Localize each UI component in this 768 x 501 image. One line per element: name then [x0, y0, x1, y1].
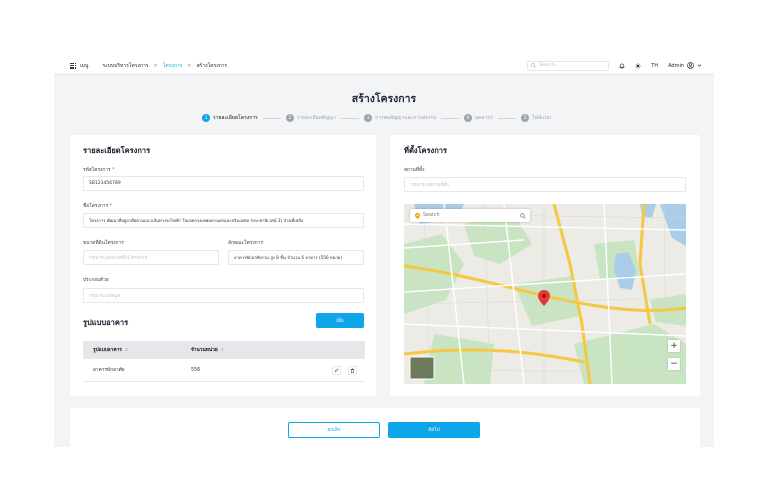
project-feature-field[interactable]: อาคารพักอาศัยรวม สูง 8 ชั้น จำนวน 6 อาคา… — [228, 250, 364, 265]
step-connector — [498, 117, 517, 119]
step-number: 2 — [285, 114, 294, 122]
step-label: ไฟล์แนบ — [532, 115, 552, 121]
project-name-field[interactable]: โครงการ พัฒนาที่อยู่อาศัยตามแนวเส้นทางรถ… — [83, 213, 364, 228]
cell-building-type: อาคารพักอาศัย — [93, 368, 125, 373]
project-consist-field[interactable]: กรุณาระบุข้อมูล — [83, 288, 364, 303]
user-name: Admin — [668, 62, 684, 69]
edit-button[interactable] — [332, 365, 341, 375]
search-icon — [520, 212, 526, 219]
page-title: สร้างโครงการ — [351, 93, 417, 105]
step-label: บุคลากร — [475, 115, 494, 121]
bell-icon[interactable] — [619, 63, 625, 69]
step-connector — [341, 117, 360, 119]
cancel-button[interactable]: ยกเลิก — [288, 422, 380, 438]
user-icon — [687, 62, 694, 69]
breadcrumb-separator: > — [153, 62, 158, 69]
building-table: รูปแบบอาคาร ⇕ จำนวนหน่วย ⇕ อาคารพักอาศัย 5… — [83, 341, 365, 382]
project-code-field[interactable]: SB123456789 — [83, 176, 364, 191]
search-input[interactable]: Search... — [527, 60, 610, 71]
user-menu[interactable]: Admin — [668, 62, 702, 69]
step-label: รายละเอียดสัญญา — [296, 115, 337, 121]
sun-icon[interactable] — [635, 62, 642, 69]
top-bar-actions: Search... TH Admin — [527, 60, 702, 71]
zoom-out-button[interactable]: − — [668, 358, 680, 370]
breadcrumb-separator: > — [187, 62, 192, 69]
required-mark: * — [109, 204, 112, 209]
column-header-type[interactable]: รูปแบบอาคาร ⇕ — [83, 346, 191, 354]
step-number: 4 — [464, 114, 473, 122]
step-5[interactable]: 5 ไฟล์แนบ — [521, 114, 551, 122]
table-row: อาคารพักอาศัย 556 — [83, 359, 365, 382]
step-number: 1 — [202, 114, 210, 122]
breadcrumb-item-system[interactable]: ระบบบริหารโครงการ — [102, 62, 148, 70]
cell-units: 556 — [191, 367, 201, 373]
project-name-label: ชื่อโครงการ * — [83, 202, 112, 210]
location-title: ที่ตั้งโครงการ — [404, 146, 447, 155]
location-label: สถานที่ตั้ง — [404, 168, 425, 173]
breadcrumb: ระบบบริหารโครงการ > โครงการ > สร้างโครงก… — [102, 62, 227, 70]
menu-button[interactable]: เมนู — [70, 62, 88, 70]
step-number: 3 — [364, 114, 373, 122]
breadcrumb-item-create: สร้างโครงการ — [196, 62, 228, 69]
step-number: 5 — [521, 114, 530, 122]
breadcrumb-item-projects[interactable]: โครงการ — [163, 62, 183, 70]
stepper: 1 รายละเอียดโครงการ 2 รายละเอียดสัญญา 3 … — [202, 114, 551, 122]
next-button[interactable]: ถัดไป — [388, 422, 480, 438]
search-icon — [531, 63, 536, 68]
sort-icon: ⇕ — [124, 347, 129, 352]
form-actions: ยกเลิก ถัดไป — [70, 408, 700, 447]
step-4[interactable]: 4 บุคลากร — [464, 114, 493, 122]
step-connector — [441, 117, 460, 119]
menu-label: เมนู — [80, 62, 89, 69]
top-bar: เมนู ระบบบริหารโครงการ > โครงการ > สร้าง… — [54, 57, 714, 75]
map-search-input[interactable]: Search — [410, 209, 530, 222]
map-canvas[interactable] — [404, 204, 686, 384]
project-details-card: รายละเอียดโครงการ รหัสโครงการ * SB123456… — [70, 135, 376, 396]
column-header-units-label: จำนวนหน่วย — [191, 348, 218, 353]
map[interactable]: Search + − — [404, 204, 686, 384]
project-code-label: รหัสโครงการ * — [83, 166, 114, 174]
step-label: การต่อสัญญาและการส่งงาน — [375, 115, 437, 121]
location-field[interactable]: กรุณาระบุสถานที่ตั้ง — [404, 177, 686, 192]
row-actions — [321, 365, 365, 375]
required-mark: * — [112, 168, 115, 173]
chevron-down-icon — [697, 64, 702, 67]
project-details-title: รายละเอียดโครงการ — [83, 146, 151, 155]
project-area-field[interactable]: กรุณาระบุขนาดที่ดินโครงการ — [83, 250, 219, 265]
building-type-title: รูปแบบอาคาร — [83, 318, 129, 327]
search-placeholder: Search... — [539, 63, 559, 68]
zoom-in-button[interactable]: + — [668, 340, 680, 352]
step-1[interactable]: 1 รายละเอียดโครงการ — [202, 114, 258, 122]
add-building-button[interactable]: เพิ่ม — [316, 313, 364, 328]
app-frame: เมนู ระบบบริหารโครงการ > โครงการ > สร้าง… — [54, 57, 714, 447]
project-area-label: ขนาดที่ดินโครงการ — [83, 241, 124, 246]
location-pin-icon — [415, 212, 420, 219]
project-consist-label: ประกอบด้วย — [83, 278, 109, 283]
table-header: รูปแบบอาคาร ⇕ จำนวนหน่วย ⇕ — [83, 341, 365, 359]
delete-button[interactable] — [348, 365, 357, 375]
column-header-type-label: รูปแบบอาคาร — [93, 348, 122, 353]
map-search-placeholder: Search — [423, 213, 440, 218]
location-card: ที่ตั้งโครงการ สถานที่ตั้ง กรุณาระบุสถาน… — [390, 135, 700, 396]
sort-icon: ⇕ — [220, 347, 225, 352]
step-label: รายละเอียดโครงการ — [213, 115, 258, 121]
step-3[interactable]: 3 การต่อสัญญาและการส่งงาน — [364, 114, 436, 122]
project-feature-label: ลักษณะโครงการ — [228, 241, 263, 246]
step-connector — [262, 117, 281, 119]
language-switch[interactable]: TH — [651, 63, 658, 69]
trash-icon — [350, 367, 355, 373]
step-2[interactable]: 2 รายละเอียดสัญญา — [285, 114, 337, 122]
grid-icon — [70, 62, 77, 69]
column-header-units[interactable]: จำนวนหน่วย ⇕ — [191, 346, 321, 354]
pencil-icon — [334, 367, 339, 372]
project-name-label-text: ชื่อโครงการ — [83, 204, 109, 209]
project-code-label-text: รหัสโครงการ — [83, 168, 111, 173]
